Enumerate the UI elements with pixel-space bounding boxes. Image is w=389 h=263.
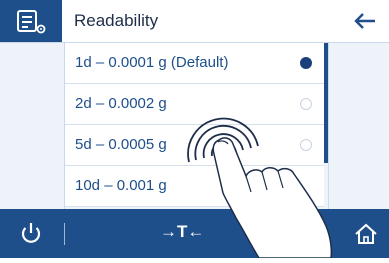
touch-gesture-hand-illustration (187, 117, 333, 258)
hand-icon (212, 137, 333, 258)
app-screen: Readability 1d – 0.0001 g (Default) 2d –… (0, 0, 389, 258)
